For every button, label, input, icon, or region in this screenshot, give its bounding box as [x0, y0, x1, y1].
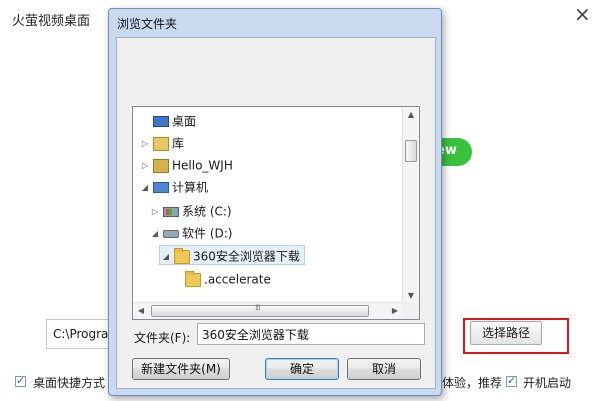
experience-recommend-label: 体验，推荐 [442, 376, 503, 390]
expand-arrow-icon[interactable]: ▷ [139, 134, 151, 154]
folder-input[interactable] [197, 323, 425, 345]
grip-icon: ⁞⁞⁞ [255, 303, 261, 312]
dialog-body: 桌面 ▷ 库 ▷ Hello_WJH ◢ 计算机 ▷ 系统 (C:) ◢ 软件 (D:) … [116, 37, 436, 389]
scroll-up-icon[interactable]: ▲ [403, 107, 419, 123]
desktop-shortcut-label: 桌面快捷方式 [33, 376, 106, 390]
tree-item-desktop[interactable]: 桌面 [139, 111, 196, 131]
drive-icon [163, 229, 179, 238]
collapse-arrow-icon[interactable]: ◢ [149, 224, 161, 244]
collapse-arrow-icon[interactable]: ◢ [160, 247, 172, 267]
scrollbar-corner [402, 302, 419, 319]
ok-button[interactable]: 确定 [265, 358, 339, 380]
tree-item-system-drive[interactable]: ▷ 系统 (C:) [149, 201, 232, 221]
tree-item-label: 系统 (C:) [182, 204, 232, 219]
folder-icon [185, 270, 201, 287]
expand-arrow-icon[interactable]: ▷ [139, 156, 151, 176]
library-icon [153, 136, 169, 151]
tree-item-library[interactable]: ▷ 库 [139, 133, 184, 153]
folder-icon [174, 247, 190, 264]
tree-item-computer[interactable]: ◢ 计算机 [139, 177, 208, 197]
user-folder-icon [153, 158, 169, 173]
system-drive-icon [163, 206, 179, 217]
tree-item-label: 软件 (D:) [182, 226, 233, 241]
browse-folder-dialog: 浏览文件夹 桌面 ▷ 库 ▷ Hello_WJH ◢ 计算机 ▷ 系统 (C:) ◢ 软件… [108, 8, 442, 396]
red-highlight-box [463, 318, 569, 354]
tree-item-label: .accelerate [204, 272, 271, 287]
folder-tree[interactable]: 桌面 ▷ 库 ▷ Hello_WJH ◢ 计算机 ▷ 系统 (C:) ◢ 软件 (D:) … [132, 106, 420, 320]
new-folder-button[interactable]: 新建文件夹(M) [132, 358, 230, 380]
computer-icon [153, 182, 169, 193]
tree-item-accelerate[interactable]: .accelerate [171, 269, 271, 289]
vertical-scrollbar[interactable]: ▲ ▼ [402, 107, 419, 304]
close-icon[interactable]: × [574, 4, 591, 24]
tree-item-label: 库 [172, 136, 185, 151]
scroll-left-icon[interactable]: ◀ [133, 303, 149, 319]
tree-item-software-drive[interactable]: ◢ 软件 (D:) [149, 223, 233, 244]
tree-item-label: Hello_WJH [172, 158, 233, 173]
tree-item-label: 计算机 [172, 180, 209, 195]
desktop-icon [153, 116, 169, 127]
tree-item-browser-downloads[interactable]: ◢ 360安全浏览器下载 [159, 245, 305, 265]
startup-label: 开机启动 [523, 376, 572, 390]
scroll-right-icon[interactable]: ▶ [387, 303, 403, 319]
horizontal-scrollbar[interactable]: ◀ ⁞⁞⁞ ▶ [133, 302, 403, 319]
startup-checkbox[interactable] [506, 374, 517, 387]
cancel-button[interactable]: 取消 [347, 358, 421, 380]
tree-item-label: 360安全浏览器下载 [193, 249, 300, 264]
desktop-shortcut-checkbox[interactable] [15, 374, 26, 387]
tree-item-user[interactable]: ▷ Hello_WJH [139, 155, 233, 175]
expand-arrow-icon[interactable]: ▷ [149, 202, 161, 222]
dialog-title: 浏览文件夹 [117, 17, 178, 31]
collapse-arrow-icon[interactable]: ◢ [139, 178, 151, 198]
scroll-thumb[interactable] [151, 305, 369, 317]
tree-item-label: 桌面 [172, 114, 197, 129]
background-window-title: 火萤视频桌面 [12, 14, 91, 29]
folder-label: 文件夹(F): [134, 331, 191, 345]
scroll-thumb[interactable] [405, 140, 417, 162]
